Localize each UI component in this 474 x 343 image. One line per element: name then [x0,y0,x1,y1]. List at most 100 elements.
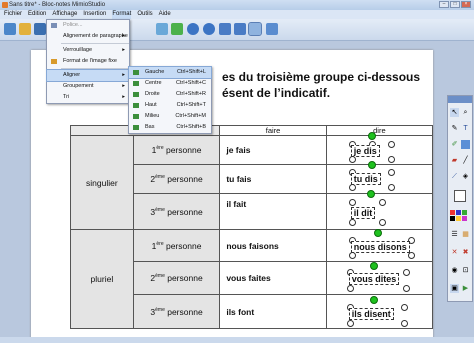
window-title: Sans titre* - Bloc-notes MimioStudio [9,2,106,8]
palette-header[interactable] [448,96,472,103]
rotate-handle[interactable] [367,161,376,169]
highlighter-icon[interactable]: ✐ [450,140,459,149]
recorder-icon[interactable]: ▶ [461,284,470,293]
resize-handle[interactable] [387,156,395,163]
resize-handle[interactable] [378,219,386,226]
menu-item-format-image-fixe[interactable]: Format de l'image fixe [47,56,129,67]
person-cell: 3ème personne [132,193,221,230]
zoom-in-icon[interactable] [219,23,231,35]
current-color-swatch[interactable] [454,190,466,202]
answer-textbox[interactable]: vous dites [348,273,400,285]
menu-item-aligner[interactable]: Aligner ▸ [46,69,130,82]
zoom-fit-icon[interactable] [248,22,262,36]
resize-handle[interactable] [400,304,408,311]
answer-textbox[interactable]: je dis [350,145,380,157]
new-icon[interactable] [4,23,16,35]
screen-icon[interactable] [266,23,278,35]
color-black[interactable] [450,216,455,221]
zoom-out-icon[interactable] [234,23,246,35]
menu-item-groupement[interactable]: Groupement ▸ [47,81,129,92]
line-icon[interactable]: ╱ [461,156,470,165]
close-button[interactable]: × [461,1,471,8]
resize-handle[interactable] [387,184,395,191]
color-magenta[interactable] [462,216,467,221]
clear-icon[interactable]: ✖ [461,248,470,257]
align-center-item[interactable]: Centre Ctrl+Shift+C [129,78,211,89]
rotate-handle[interactable] [369,296,378,304]
align-right-item[interactable]: Droite Ctrl+Shift+R [129,89,211,100]
rotate-handle[interactable] [366,190,375,198]
menu-item-police[interactable]: Police... [47,20,129,31]
pen-icon[interactable]: ✎ [450,124,459,133]
menu-item-tri[interactable]: Tri ▸ [47,92,129,103]
chevron-right-icon: ▸ [122,72,125,78]
menu-fichier[interactable]: Fichier [4,10,22,19]
menu-insertion[interactable]: Insertion [83,10,106,19]
menu-format[interactable]: Format [112,10,132,19]
align-middle-item[interactable]: Milieu Ctrl+Shift+M [129,111,211,122]
screen-capture-icon[interactable]: ◉ [450,266,459,275]
faire-cell: vous faites [219,261,327,295]
resize-handle[interactable] [348,219,356,226]
resize-handle[interactable] [402,285,410,292]
rotate-handle[interactable] [369,262,378,270]
color-green[interactable] [462,210,467,215]
resize-handle[interactable] [378,199,386,206]
answer-textbox[interactable]: il dit [350,207,376,219]
zoom-icon[interactable]: ⌕ [461,108,470,117]
add-page-icon[interactable] [171,23,183,35]
menu-aide[interactable]: Aide [159,10,171,19]
resize-handle[interactable] [346,285,354,292]
resize-handle[interactable] [387,169,395,176]
resize-handle[interactable] [348,199,356,206]
text-icon[interactable]: T [461,124,470,133]
back-icon[interactable] [187,23,199,35]
gallery-icon[interactable]: ▦ [461,230,470,239]
answer-textbox[interactable]: tu dis [350,173,381,185]
answer-textbox[interactable]: ils disent [348,308,394,320]
align-left-item[interactable]: Gauche Ctrl+Shift+L [128,66,212,79]
maximize-button[interactable]: □ [450,1,460,8]
color-red[interactable] [450,210,455,215]
align-top-item[interactable]: Haut Ctrl+Shift+T [129,100,211,111]
fill-icon[interactable]: ◈ [461,172,470,181]
resize-handle[interactable] [348,184,356,191]
aligner-submenu: Gauche Ctrl+Shift+L Centre Ctrl+Shift+C Dr… [128,66,212,134]
person-cell: 2ème personne [132,164,221,194]
resize-handle[interactable] [387,141,395,148]
color-yellow[interactable] [456,216,461,221]
color-blue[interactable] [456,210,461,215]
answer-textbox[interactable]: nous disons [350,241,410,253]
delete-icon[interactable]: ✕ [450,248,459,257]
conjugation-table: faire dire singulier 1ère personne je fa… [69,125,434,329]
resize-handle[interactable] [346,320,354,327]
resize-handle[interactable] [407,252,415,259]
menu-edition[interactable]: Edition [28,10,46,19]
dropper-icon[interactable]: ⟋ [450,172,459,181]
open-icon[interactable] [19,23,31,35]
spotlight-icon[interactable]: ⊡ [461,266,470,275]
rotate-handle[interactable] [373,229,382,237]
forward-icon[interactable] [203,23,215,35]
person-cell: 2ème personne [132,261,221,295]
format-menu: Police... Alignement de paragraphe ▸ Verr… [46,19,130,104]
camera-icon[interactable]: ▣ [450,284,459,293]
resize-handle[interactable] [348,252,356,259]
menu-outils[interactable]: Outils [137,10,152,19]
faire-cell: ils font [219,294,327,329]
menu-item-alignement-paragraphe[interactable]: Alignement de paragraphe ▸ [47,31,129,42]
menu-affichage[interactable]: Affichage [52,10,77,19]
menu-item-verrouillage[interactable]: Verrouillage ▸ [47,45,129,56]
resize-handle[interactable] [348,156,356,163]
rotate-handle[interactable] [367,132,376,140]
minimize-button[interactable]: – [439,1,449,8]
lines-icon[interactable]: ☰ [450,230,459,239]
resize-handle[interactable] [402,269,410,276]
page-icon[interactable] [156,23,168,35]
eraser-icon[interactable]: ▰ [450,156,459,165]
resize-handle[interactable] [400,320,408,327]
shape-icon[interactable] [461,140,470,149]
select-icon[interactable]: ↖ [450,108,459,117]
save-icon[interactable] [34,23,46,35]
align-bottom-item[interactable]: Bas Ctrl+Shift+B [129,122,211,133]
